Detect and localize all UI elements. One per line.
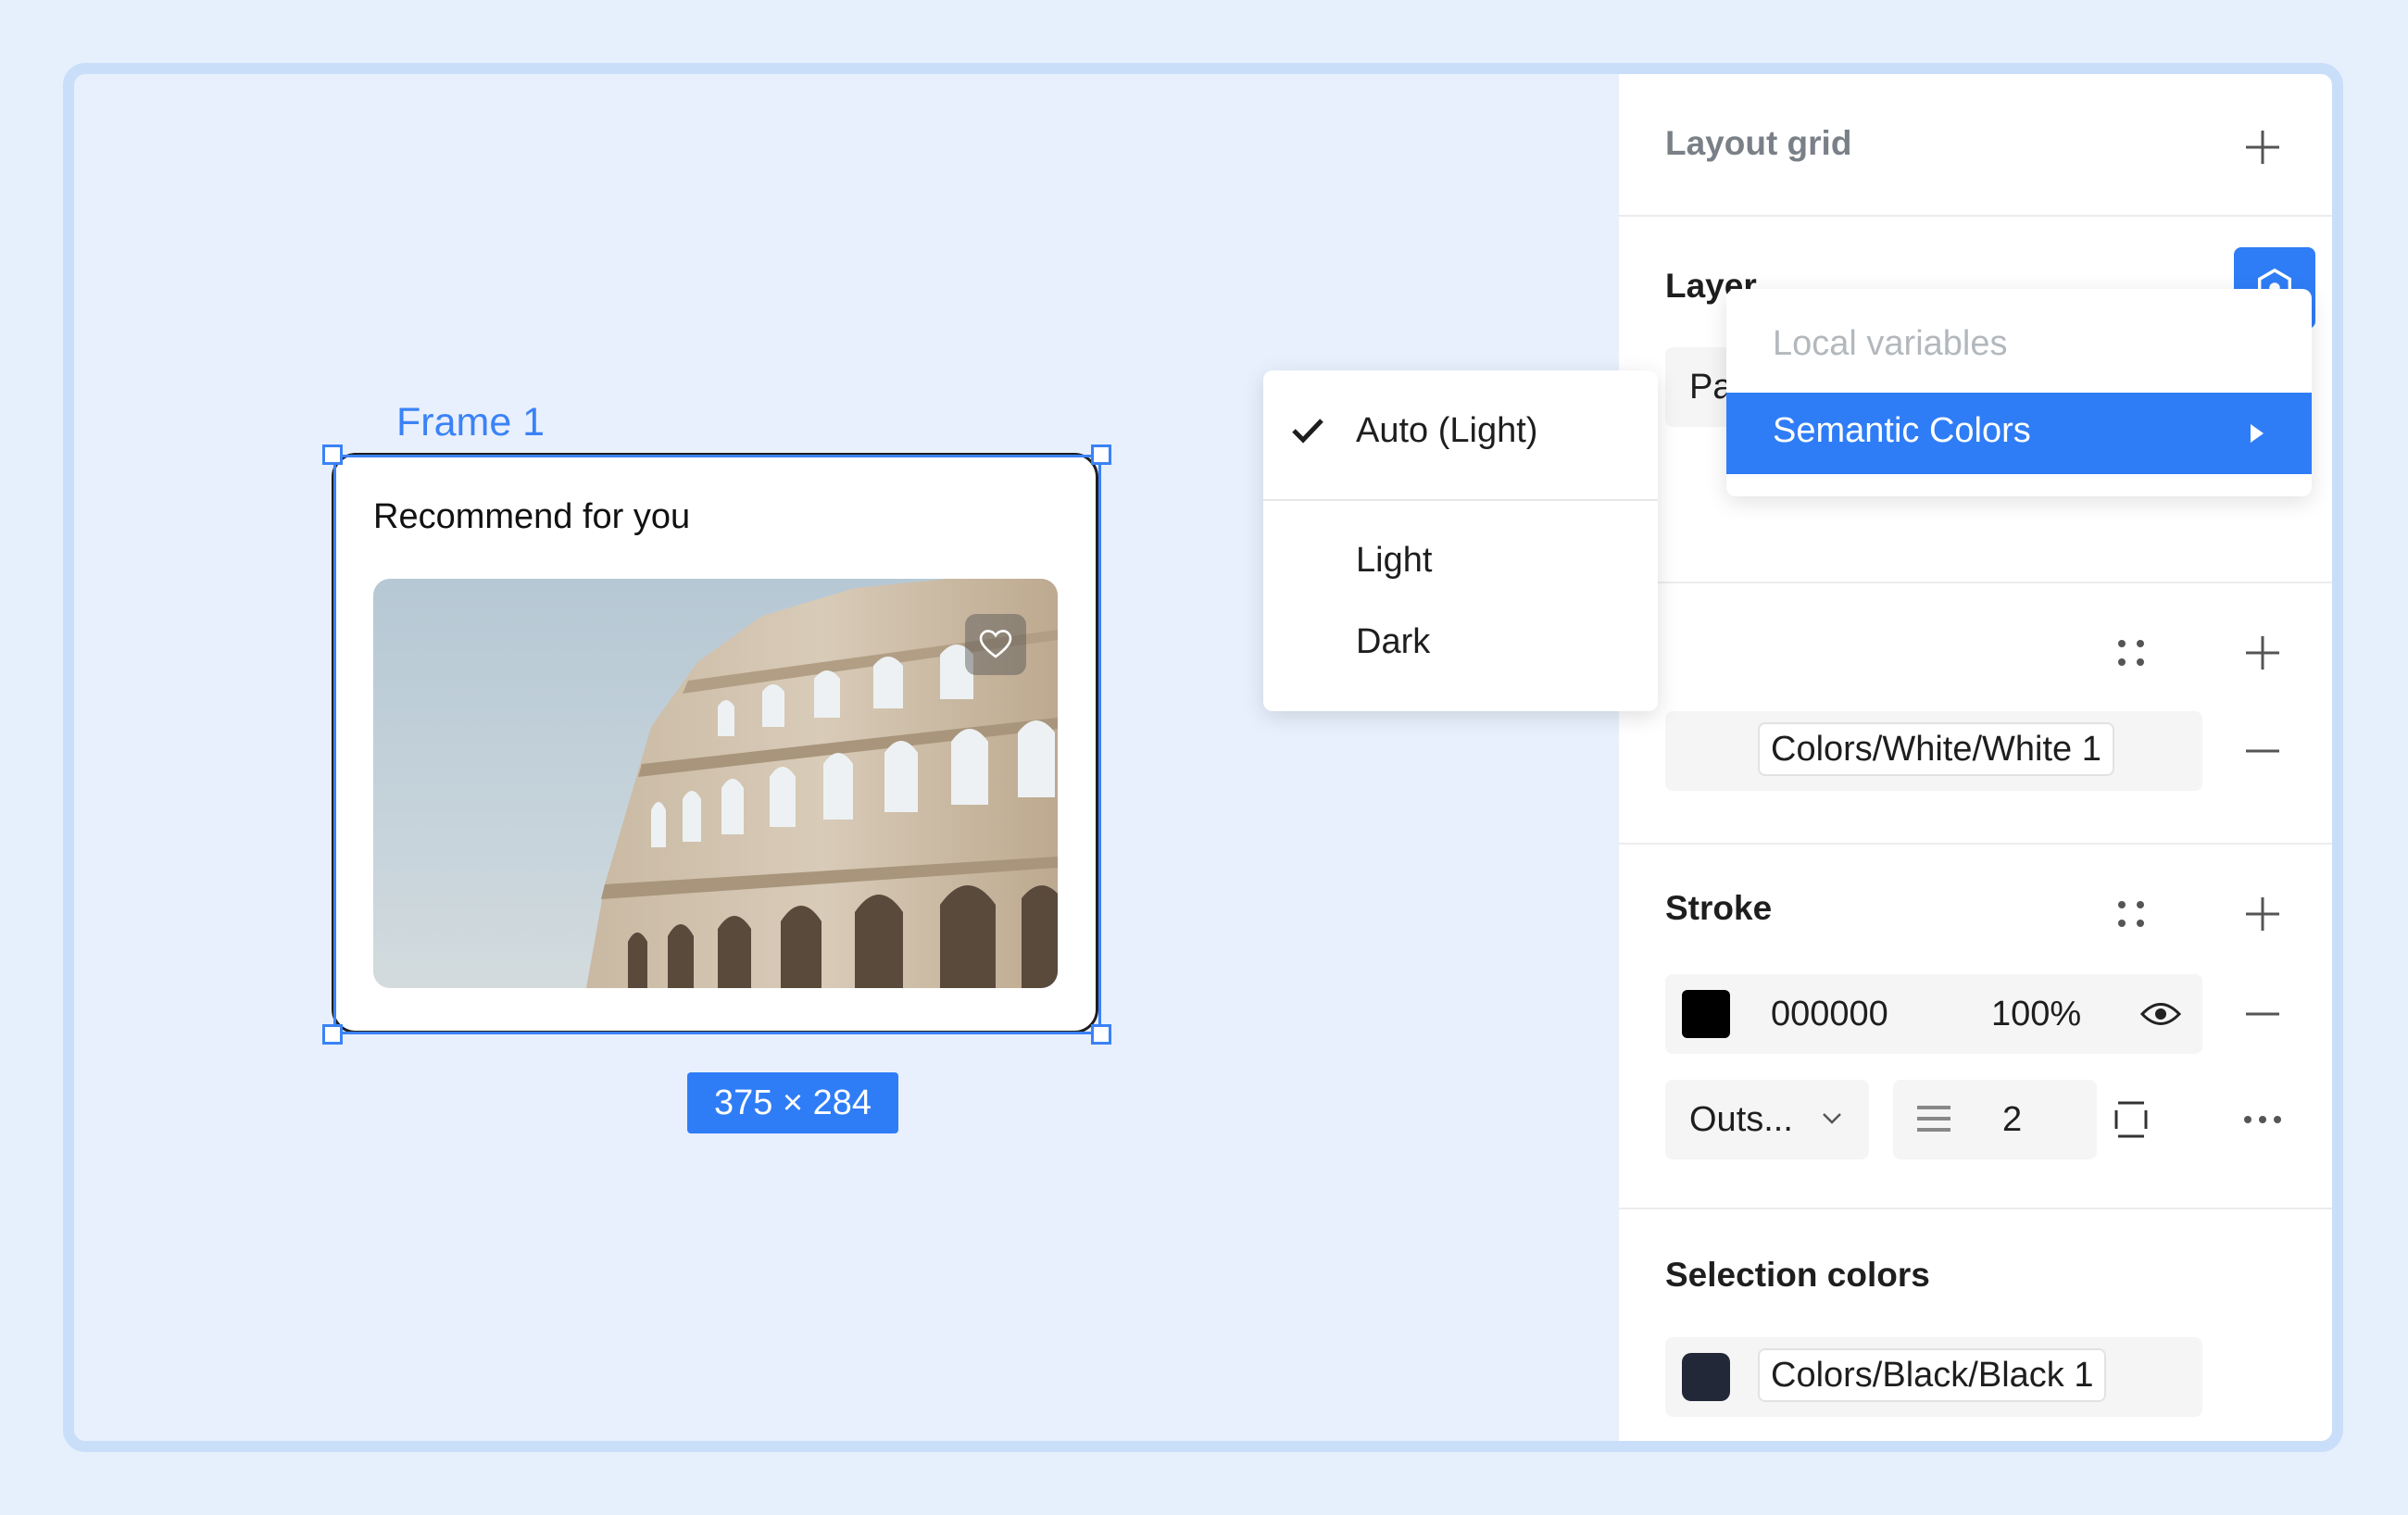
checkmark-icon [1292, 419, 1323, 444]
add-stroke-button[interactable] [2239, 891, 2286, 937]
eye-icon [2140, 1003, 2181, 1025]
selection-color-swatch[interactable] [1682, 1353, 1730, 1401]
stroke-weight-field[interactable]: 2 [1893, 1080, 2097, 1159]
mode-dropdown: Auto (Light) Light Dark [1263, 370, 1658, 711]
fill-styles-button[interactable] [2108, 630, 2154, 676]
stroke-opacity-input[interactable]: 100% [1991, 995, 2081, 1034]
local-variables-header: Local variables [1773, 324, 2008, 363]
selection-colors-title: Selection colors [1665, 1256, 1930, 1294]
fill-field[interactable]: Colors/White/White 1 [1665, 711, 2202, 791]
divider [1619, 1208, 2332, 1209]
resize-handle-bottom-left[interactable] [322, 1024, 343, 1045]
chevron-right-icon [2251, 424, 2264, 443]
stroke-hex-input[interactable]: 000000 [1771, 995, 1888, 1034]
properties-panel: Layout grid Layer Pa: Colors/White/White… [1619, 74, 2332, 1441]
individual-strokes-button[interactable] [2108, 1096, 2154, 1143]
mode-option-light[interactable]: Light [1356, 541, 1432, 581]
stroke-color-swatch[interactable] [1682, 990, 1730, 1038]
stroke-position-value: Outs... [1689, 1100, 1793, 1139]
divider [1619, 843, 2332, 845]
frame-card[interactable]: Recommend for you [332, 453, 1098, 1033]
frame-label[interactable]: Frame 1 [396, 400, 545, 445]
grid-dots-icon [2118, 640, 2144, 666]
border-sides-icon [2114, 1101, 2148, 1138]
stroke-visibility-toggle[interactable] [2138, 991, 2184, 1037]
plus-icon [2246, 897, 2279, 931]
favorite-button[interactable] [965, 614, 1026, 675]
stroke-weight-input[interactable]: 2 [2002, 1100, 2022, 1140]
mode-option-auto-light[interactable]: Auto (Light) [1356, 411, 1537, 451]
selection-color-field[interactable]: Colors/Black/Black 1 [1665, 1337, 2202, 1417]
resize-handle-top-right[interactable] [1091, 444, 1111, 465]
chevron-down-icon [1823, 1113, 1841, 1124]
variables-submenu: Local variables Semantic Colors [1726, 289, 2312, 496]
add-fill-button[interactable] [2239, 630, 2286, 676]
fill-variable-chip[interactable]: Colors/White/White 1 [1758, 722, 2114, 776]
heart-icon [979, 630, 1012, 658]
divider [1619, 215, 2332, 217]
plus-icon [2246, 636, 2279, 670]
selection-variable-chip[interactable]: Colors/Black/Black 1 [1758, 1348, 2107, 1402]
semantic-colors-item[interactable]: Semantic Colors [1726, 393, 2312, 474]
grid-dots-icon [2118, 901, 2144, 927]
mode-option-dark[interactable]: Dark [1356, 622, 1430, 662]
add-layout-grid-button[interactable] [2239, 124, 2286, 170]
stroke-weight-icon [1917, 1106, 1950, 1132]
stroke-position-select[interactable]: Outs... [1665, 1080, 1869, 1159]
divider [1619, 582, 2332, 583]
size-badge: 375 × 284 [687, 1072, 898, 1133]
plus-icon [2246, 131, 2279, 164]
more-horizontal-icon [2244, 1116, 2281, 1123]
remove-stroke-button[interactable] [2239, 991, 2286, 1037]
app-window: Frame 1 Recommend for you 375 × 284 Layo… [63, 63, 2343, 1452]
layout-grid-title: Layout grid [1665, 124, 1852, 162]
stroke-color-field[interactable]: 000000 100% [1665, 974, 2202, 1054]
more-options-button[interactable] [2239, 1096, 2286, 1143]
resize-handle-top-left[interactable] [322, 444, 343, 465]
remove-fill-button[interactable] [2239, 728, 2286, 774]
menu-divider [1263, 499, 1658, 501]
minus-icon [2246, 749, 2279, 753]
resize-handle-bottom-right[interactable] [1091, 1024, 1111, 1045]
colosseum-photo [373, 579, 1058, 988]
stroke-title: Stroke [1665, 889, 1773, 927]
stroke-styles-button[interactable] [2108, 891, 2154, 937]
canvas[interactable]: Frame 1 Recommend for you 375 × 284 [74, 74, 1619, 1441]
card-title: Recommend for you [373, 497, 691, 536]
semantic-colors-label: Semantic Colors [1773, 411, 2031, 450]
minus-icon [2246, 1012, 2279, 1016]
colosseum-illustration [586, 579, 1058, 988]
